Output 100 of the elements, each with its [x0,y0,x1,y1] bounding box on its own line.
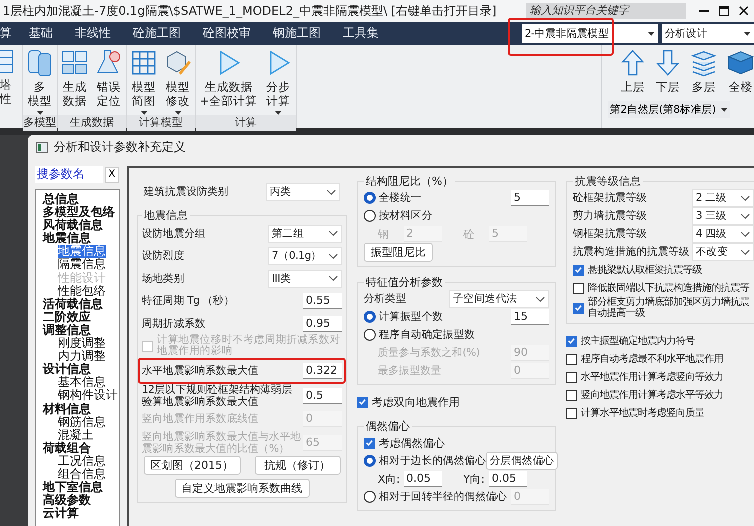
floor-button[interactable]: 下层 [653,45,683,95]
dropdown[interactable]: 子空间迭代法 [449,290,549,308]
tree-item[interactable]: 地震信息 [43,232,91,246]
menu-tab[interactable]: 算 [0,25,18,42]
menu-tab[interactable]: 工具集 [332,25,390,42]
menu-tab[interactable]: 基础 [18,25,64,42]
close-icon[interactable] [739,6,749,16]
ribbon-button[interactable]: 分步 计算 [262,45,296,115]
tree-item[interactable]: 高级参数 [43,494,91,508]
tree-item[interactable]: 性能包络 [58,284,106,298]
menu-tab[interactable]: 砼施工图 [122,25,192,42]
button[interactable]: 抗规（修订） [254,456,340,476]
tree-item[interactable]: 多模型及包络 [43,206,115,220]
dropdown[interactable]: 丙类 [266,183,340,202]
field-label: 砼框架抗震等级 [573,192,648,204]
tree-item[interactable]: 隔震信息 [58,258,106,272]
tree-item[interactable]: 调整信息 [43,324,91,338]
input-field[interactable]: 0.95 [303,316,342,332]
dropdown[interactable]: 4 四级 [692,225,754,243]
input-field[interactable]: 0.05 [404,471,442,487]
floor-button[interactable]: 上层 [618,45,648,95]
tree-item[interactable]: 基本信息 [58,376,106,390]
field-label: 场地类别 [142,272,186,285]
checkbox[interactable] [573,302,584,314]
dropdown[interactable]: 第二组 [268,224,342,243]
input-field[interactable]: 15 [511,309,549,325]
tree-item[interactable]: 工况信息 [58,454,106,468]
group-label: 多模型 [23,115,57,131]
checkbox[interactable] [573,264,584,276]
search-field[interactable]: 输入知识平台关键字 [526,3,686,19]
checkbox-label: 计算地震位移时不考虑周期折减系数对地震作用的影响 [157,335,342,358]
tree-item[interactable]: 荷载组合 [43,442,91,455]
checkbox[interactable] [566,354,577,364]
input-field[interactable]: 0.05 [489,471,527,487]
database-icon [27,49,53,77]
checkbox[interactable] [364,438,375,448]
mode-dropdown[interactable]: 分析设计 [662,24,754,43]
radio-button[interactable] [364,311,376,323]
ribbon-button[interactable]: 模型 简图 [127,45,161,115]
button[interactable]: 分层偶然偏心 [486,452,558,470]
maximize-icon[interactable] [719,6,729,16]
input-field[interactable]: 0.5 [303,388,342,404]
tree-item[interactable]: 风荷载信息 [43,219,103,232]
chevron-icon [536,296,545,302]
minimize-icon[interactable] [699,10,709,12]
radio-button[interactable] [364,210,376,222]
clear-button[interactable]: X [105,166,119,182]
checkbox[interactable] [573,282,584,294]
input-field[interactable]: 0.55 [303,293,342,310]
checkbox[interactable] [566,372,577,382]
ribbon-button[interactable]: 多 模型 [23,45,57,115]
menu-tab[interactable]: 钢施工图 [262,25,332,42]
floor-dropdown[interactable]: 第2自然层(第8标准层) [608,101,730,118]
ribbon-button[interactable]: 生成 数据 [58,45,92,115]
dropdown[interactable]: III类 [268,270,342,288]
floor-button[interactable]: 全楼 [725,45,754,95]
search-field[interactable]: 搜参数名 [35,166,103,183]
dropdown[interactable]: 不改变 [692,243,754,261]
checkbox[interactable] [566,408,577,418]
tree-item[interactable]: 二阶效应 [43,310,91,324]
dropdown[interactable]: 2 二级 [692,189,754,207]
dropdown[interactable]: 3 三级 [692,207,754,225]
checkbox[interactable] [566,390,577,400]
tree-item[interactable]: 地下室信息 [43,481,103,494]
ribbon-button[interactable]: 模型 修改 [161,45,195,115]
tree-item[interactable]: 总信息 [43,193,79,206]
radio-button[interactable] [364,491,376,503]
checkbox[interactable] [566,336,577,346]
checkbox-label: 考虑双向地震作用 [372,396,461,408]
tree-item[interactable]: 混凝土 [58,428,94,442]
menu-tab[interactable]: 砼图校审 [192,25,262,42]
tree-item[interactable]: 地震信息 [58,245,106,258]
tree-item[interactable]: 内力调整 [58,350,106,364]
tree-item[interactable]: 设计信息 [43,363,91,376]
tree-item[interactable]: 云计算 [43,507,79,520]
checkbox[interactable] [357,396,368,408]
floor-button[interactable]: 多层 [688,45,720,95]
field-label: Y向: [464,472,486,486]
model-dropdown[interactable]: 2-中震非隔震模型 [522,24,658,43]
input-field[interactable]: 0.322 [303,362,342,379]
menu-tab[interactable]: 非线性 [64,25,122,42]
dropdown[interactable]: 7（0.1g） [268,247,342,266]
tree-item[interactable]: 刚度调整 [58,337,106,350]
radio-button[interactable] [364,329,376,341]
tree-item[interactable]: 活荷载信息 [43,298,103,311]
input-field[interactable]: 5 [511,190,549,206]
chevron-icon [741,232,750,236]
ribbon-button[interactable]: 生成数据 +全部计算 [196,45,262,115]
radio-button[interactable] [364,455,376,467]
button[interactable]: 自定义地震影响系数曲线 [174,478,310,498]
tree-item[interactable]: 钢筋信息 [58,416,106,429]
window-title: 1层柱内加混凝土-7度0.1g隔震\$SATWE_1_MODEL2_中震非隔震模型\ [右键单击打开目录] [3,2,498,20]
tree-item[interactable]: 材料信息 [43,402,91,416]
ribbon-button[interactable]: 塔 性 [0,45,14,128]
radio-button[interactable] [364,192,376,204]
button[interactable]: 振型阻尼比 [364,243,433,262]
ribbon-button[interactable]: 错误 定位 [92,45,126,115]
tree-item[interactable]: 组合信息 [58,468,106,482]
button[interactable]: 区划图（2015） [144,456,240,476]
tree-item[interactable]: 钢构件设计 [58,389,118,402]
